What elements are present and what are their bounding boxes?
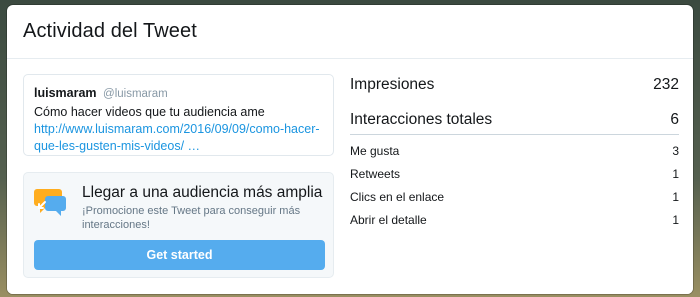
stat-label: Retweets bbox=[350, 167, 401, 181]
tweet-card[interactable]: luismaram @luismaram Cómo hacer videos q… bbox=[23, 74, 334, 156]
tweet-activity-modal: Actividad del Tweet luismaram @luismaram… bbox=[7, 5, 693, 294]
stat-value: 1 bbox=[672, 167, 679, 181]
promote-description: ¡Promocione este Tweet para conseguir má… bbox=[82, 205, 301, 231]
stat-link-clicks: Clics en el enlace 1 bbox=[350, 190, 679, 204]
get-started-button[interactable]: Get started bbox=[34, 240, 325, 270]
stat-detail-expands: Abrir el detalle 1 bbox=[350, 213, 679, 227]
tweet-header: luismaram @luismaram bbox=[34, 85, 323, 103]
stat-value: 3 bbox=[672, 144, 679, 158]
promote-card: Llegar a una audiencia más amplia ¡Promo… bbox=[23, 172, 334, 278]
stat-likes: Me gusta 3 bbox=[350, 144, 679, 158]
megaphone-speech-bubble-icon bbox=[34, 183, 70, 219]
stat-value: 1 bbox=[672, 190, 679, 204]
stat-label: Interacciones totales bbox=[350, 111, 493, 128]
modal-body: luismaram @luismaram Cómo hacer videos q… bbox=[7, 60, 693, 294]
stat-total-engagements: Interacciones totales 6 bbox=[350, 111, 679, 129]
stat-value: 6 bbox=[670, 111, 679, 128]
tweet-link[interactable]: http://www.luismaram.com/2016/09/09/como… bbox=[34, 121, 323, 155]
stat-value: 232 bbox=[653, 76, 679, 93]
stat-label: Abrir el detalle bbox=[350, 213, 427, 227]
tweet-handle: @luismaram bbox=[103, 88, 168, 100]
tweet-author: luismaram bbox=[34, 86, 97, 100]
modal-title: Actividad del Tweet bbox=[23, 20, 197, 42]
stat-label: Clics en el enlace bbox=[350, 190, 445, 204]
stats-divider bbox=[350, 134, 679, 135]
promote-title: Llegar a una audiencia más amplia bbox=[82, 184, 323, 201]
modal-header: Actividad del Tweet bbox=[7, 5, 693, 59]
stat-impressions: Impresiones 232 bbox=[350, 76, 679, 94]
tweet-text: Cómo hacer videos que tu audiencia ame bbox=[34, 105, 265, 119]
stat-label: Impresiones bbox=[350, 76, 435, 93]
stat-retweets: Retweets 1 bbox=[350, 167, 679, 181]
stat-label: Me gusta bbox=[350, 144, 400, 158]
stat-value: 1 bbox=[672, 213, 679, 227]
